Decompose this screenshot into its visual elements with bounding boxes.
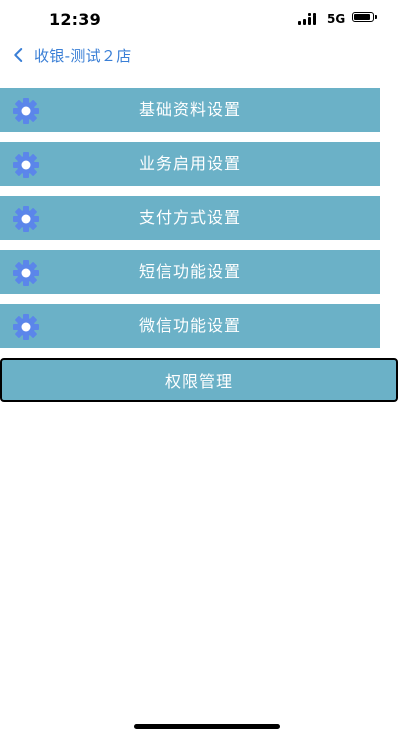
cellular-signal-icon — [298, 13, 322, 25]
menu-item-sms-settings[interactable]: 短信功能设置 — [0, 250, 380, 294]
menu-item-permission-management[interactable]: 权限管理 — [0, 358, 398, 402]
menu-item-label: 支付方式设置 — [138, 208, 241, 227]
menu-item-payment-method-settings[interactable]: 支付方式设置 — [0, 196, 380, 240]
menu-item-label: 短信功能设置 — [138, 262, 241, 281]
menu-item-label: 微信功能设置 — [138, 316, 241, 335]
signal-bar-4 — [313, 15, 316, 25]
chevron-left-icon — [14, 48, 23, 62]
status-bar: 12:39 5G — [0, 0, 414, 36]
menu-item-label: 基础资料设置 — [138, 100, 241, 119]
battery-tip — [375, 15, 377, 19]
menu-item-label: 权限管理 — [164, 372, 233, 391]
network-type: 5G — [327, 12, 346, 26]
menu-item-business-enable-settings[interactable]: 业务启用设置 — [0, 142, 380, 186]
signal-bar-3 — [308, 17, 311, 25]
signal-dot-2 — [313, 13, 316, 16]
page-title: 收银-测试２店 — [34, 46, 132, 65]
battery-icon — [352, 12, 380, 24]
battery-fill — [354, 14, 370, 20]
menu-item-basic-data-settings[interactable]: 基础资料设置 — [0, 88, 380, 132]
signal-bar-1 — [298, 21, 301, 25]
home-indicator[interactable] — [134, 724, 280, 729]
back-button[interactable]: 收银-测试２店 — [10, 42, 132, 68]
menu-item-label: 业务启用设置 — [138, 154, 241, 173]
signal-dot-1 — [308, 13, 311, 16]
status-time: 12:39 — [49, 10, 101, 29]
signal-bar-2 — [303, 19, 306, 25]
menu-item-wechat-settings[interactable]: 微信功能设置 — [0, 304, 380, 348]
